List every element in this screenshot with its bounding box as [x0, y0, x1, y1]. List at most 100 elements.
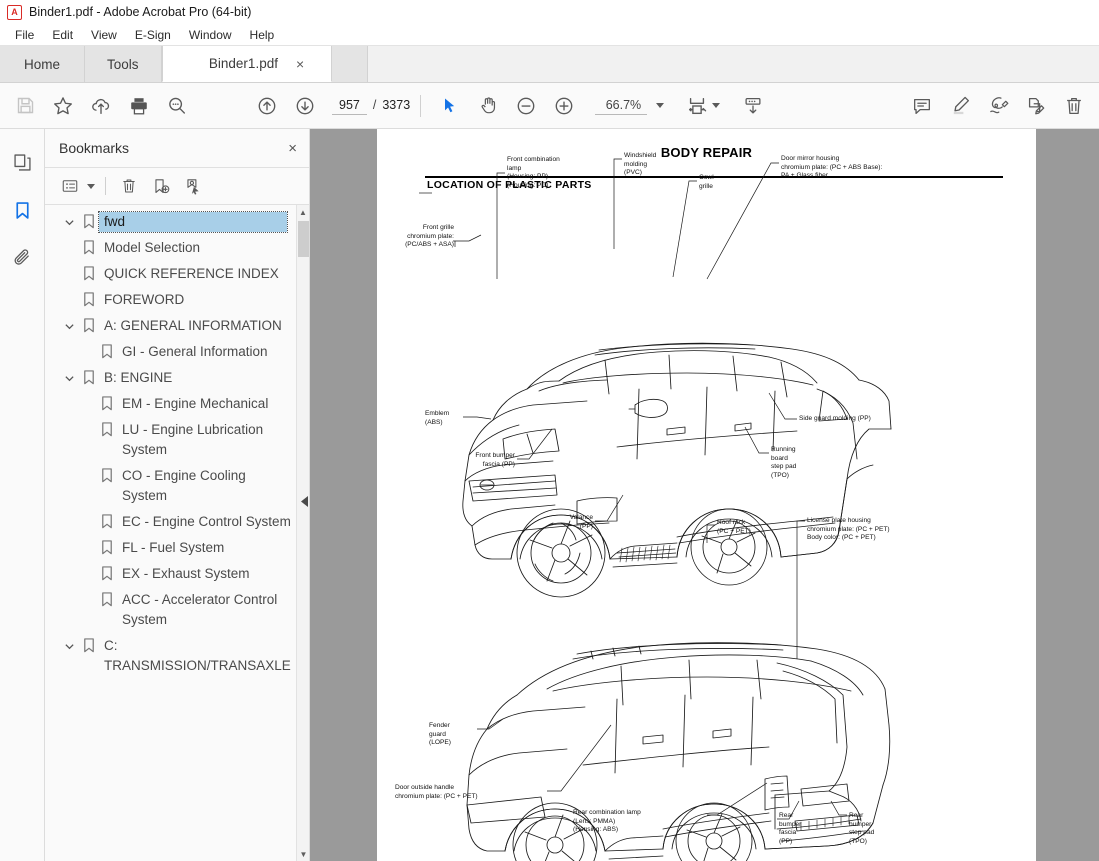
bookmark-item-foreword[interactable]: FOREWORD — [45, 287, 309, 313]
bookmarks-scrollbar[interactable]: ▲ ▼ — [296, 205, 309, 861]
bookmark-options-icon[interactable] — [55, 172, 85, 200]
label-rear-bumper-fascia: Rear bumper fascia (PP) — [779, 812, 802, 845]
close-icon[interactable]: × — [288, 141, 297, 156]
zoom-in-button[interactable] — [545, 87, 583, 125]
edit-page-icon[interactable] — [1017, 87, 1055, 125]
chevron-down-icon[interactable] — [656, 103, 665, 108]
bookmark-item-a-general-information[interactable]: A: GENERAL INFORMATION — [45, 313, 309, 339]
menu-help[interactable]: Help — [241, 26, 284, 44]
document-viewer[interactable]: BODY REPAIR LOCATION OF PLASTIC PARTS Fr… — [310, 129, 1099, 861]
print-icon[interactable] — [120, 87, 158, 125]
menu-window[interactable]: Window — [180, 26, 241, 44]
bookmark-item-acc-accelerator-control-system[interactable]: ACC - Accelerator Control System — [45, 587, 309, 633]
collapse-panel-button[interactable] — [299, 490, 310, 512]
bookmark-icon[interactable] — [5, 193, 56, 227]
bookmark-item-label: GI - General Information — [122, 344, 268, 359]
scroll-up-icon[interactable]: ▲ — [297, 205, 309, 219]
zoom-level-input[interactable]: 66.7% — [595, 97, 648, 115]
hand-tool-button[interactable] — [469, 87, 507, 125]
select-tool-button[interactable] — [431, 87, 469, 125]
bookmarks-panel: Bookmarks × ▲ ▼ fwd Model Selection QUIC… — [45, 129, 310, 861]
menu-view[interactable]: View — [82, 26, 126, 44]
chevron-down-icon[interactable] — [59, 368, 79, 384]
search-icon[interactable] — [158, 87, 196, 125]
bookmark-item-c-transmission-transaxle[interactable]: C: TRANSMISSION/TRANSAXLE — [45, 633, 309, 679]
zoom-out-button[interactable] — [507, 87, 545, 125]
next-page-button[interactable] — [286, 87, 324, 125]
bookmark-icon — [97, 342, 117, 359]
bookmark-item-label: ACC - Accelerator Control System — [122, 592, 278, 627]
bookmark-icon — [79, 238, 99, 255]
menu-bar: File Edit View E-Sign Window Help — [0, 24, 1099, 46]
bookmark-item-model-selection[interactable]: Model Selection — [45, 235, 309, 261]
highlight-icon[interactable] — [941, 87, 979, 125]
scroll-down-icon[interactable]: ▼ — [297, 847, 309, 861]
save-icon[interactable] — [6, 87, 44, 125]
title-bar: A Binder1.pdf - Adobe Acrobat Pro (64-bi… — [0, 0, 1099, 24]
toolbar-right-group — [903, 87, 1093, 125]
menu-e-sign[interactable]: E-Sign — [126, 26, 180, 44]
tab-document[interactable]: Binder1.pdf × — [161, 46, 332, 82]
edit-bookmark-icon[interactable] — [178, 172, 208, 200]
bookmark-item-co-engine-cooling-system[interactable]: CO - Engine Cooling System — [45, 463, 309, 509]
bookmark-item-gi-general-information[interactable]: GI - General Information — [45, 339, 309, 365]
scroll-mode-button[interactable] — [734, 87, 772, 125]
bookmark-icon — [97, 420, 117, 437]
menu-edit[interactable]: Edit — [43, 26, 82, 44]
new-bookmark-icon[interactable] — [146, 172, 176, 200]
tab-tools[interactable]: Tools — [85, 46, 162, 82]
bookmark-item-fl-fuel-system[interactable]: FL - Fuel System — [45, 535, 309, 561]
bookmark-item-quick-reference-index[interactable]: QUICK REFERENCE INDEX — [45, 261, 309, 287]
bookmark-item-lu-engine-lubrication-system[interactable]: LU - Engine Lubrication System — [45, 417, 309, 463]
bookmarks-tree[interactable]: ▲ ▼ fwd Model Selection QUICK REFERENCE … — [45, 205, 309, 861]
total-pages: 3373 — [382, 97, 411, 112]
bookmark-icon — [79, 316, 99, 333]
scrollbar-thumb[interactable] — [298, 221, 309, 257]
fit-page-chevron-down-icon[interactable] — [712, 103, 721, 108]
page-separator: / — [372, 97, 377, 112]
bookmark-icon — [97, 394, 117, 411]
sign-icon[interactable] — [979, 87, 1017, 125]
star-icon[interactable] — [44, 87, 82, 125]
bookmark-icon — [79, 368, 99, 385]
comment-icon[interactable] — [903, 87, 941, 125]
menu-file[interactable]: File — [6, 26, 43, 44]
bookmarks-toolbar — [45, 167, 309, 205]
delete-bookmark-icon[interactable] — [114, 172, 144, 200]
chevron-down-icon[interactable] — [59, 212, 79, 228]
chevron-down-icon[interactable] — [59, 316, 79, 332]
close-icon[interactable]: × — [296, 57, 304, 71]
paperclip-icon[interactable] — [5, 241, 39, 275]
label-rear-bumper-step-pad: Rear bumper step pad (TPO) — [849, 812, 875, 845]
current-page-input[interactable]: 957 — [332, 97, 367, 115]
bookmark-icon — [97, 512, 117, 529]
bookmark-icon — [79, 212, 99, 229]
bookmark-item-fwd[interactable]: fwd — [45, 209, 309, 235]
page-thumbnails-icon[interactable] — [5, 145, 39, 179]
bookmark-item-b-engine[interactable]: B: ENGINE — [45, 365, 309, 391]
bookmark-item-em-engine-mechanical[interactable]: EM - Engine Mechanical — [45, 391, 309, 417]
cloud-upload-icon[interactable] — [82, 87, 120, 125]
bookmark-item-label: QUICK REFERENCE INDEX — [104, 266, 279, 281]
acrobat-logo-icon: A — [7, 4, 22, 20]
bookmark-item-ec-engine-control-system[interactable]: EC - Engine Control System — [45, 509, 309, 535]
bookmark-item-label: EC - Engine Control System — [122, 514, 291, 529]
chevron-down-icon[interactable] — [59, 636, 79, 652]
bookmark-icon — [97, 564, 117, 581]
bookmark-options-chevron-down-icon[interactable] — [87, 183, 95, 189]
fit-page-button[interactable] — [678, 87, 716, 125]
bookmark-item-label: A: GENERAL INFORMATION — [104, 318, 282, 333]
tab-home[interactable]: Home — [0, 46, 86, 82]
trash-icon[interactable] — [1055, 87, 1093, 125]
previous-page-button[interactable] — [248, 87, 286, 125]
tab-document-label: Binder1.pdf — [208, 56, 278, 71]
bookmark-icon — [79, 636, 99, 653]
bookmark-item-label: EX - Exhaust System — [122, 566, 250, 581]
tab-bar: Home Tools Binder1.pdf × — [0, 46, 1099, 83]
tab-bar-filler — [331, 46, 368, 82]
bookmark-item-ex-exhaust-system[interactable]: EX - Exhaust System — [45, 561, 309, 587]
window-title: Binder1.pdf - Adobe Acrobat Pro (64-bit) — [29, 5, 252, 19]
main-toolbar: 957 / 3373 66.7% — [0, 83, 1099, 129]
bookmark-item-label[interactable]: fwd — [98, 211, 288, 233]
bookmark-item-label: C: TRANSMISSION/TRANSAXLE — [104, 638, 291, 673]
